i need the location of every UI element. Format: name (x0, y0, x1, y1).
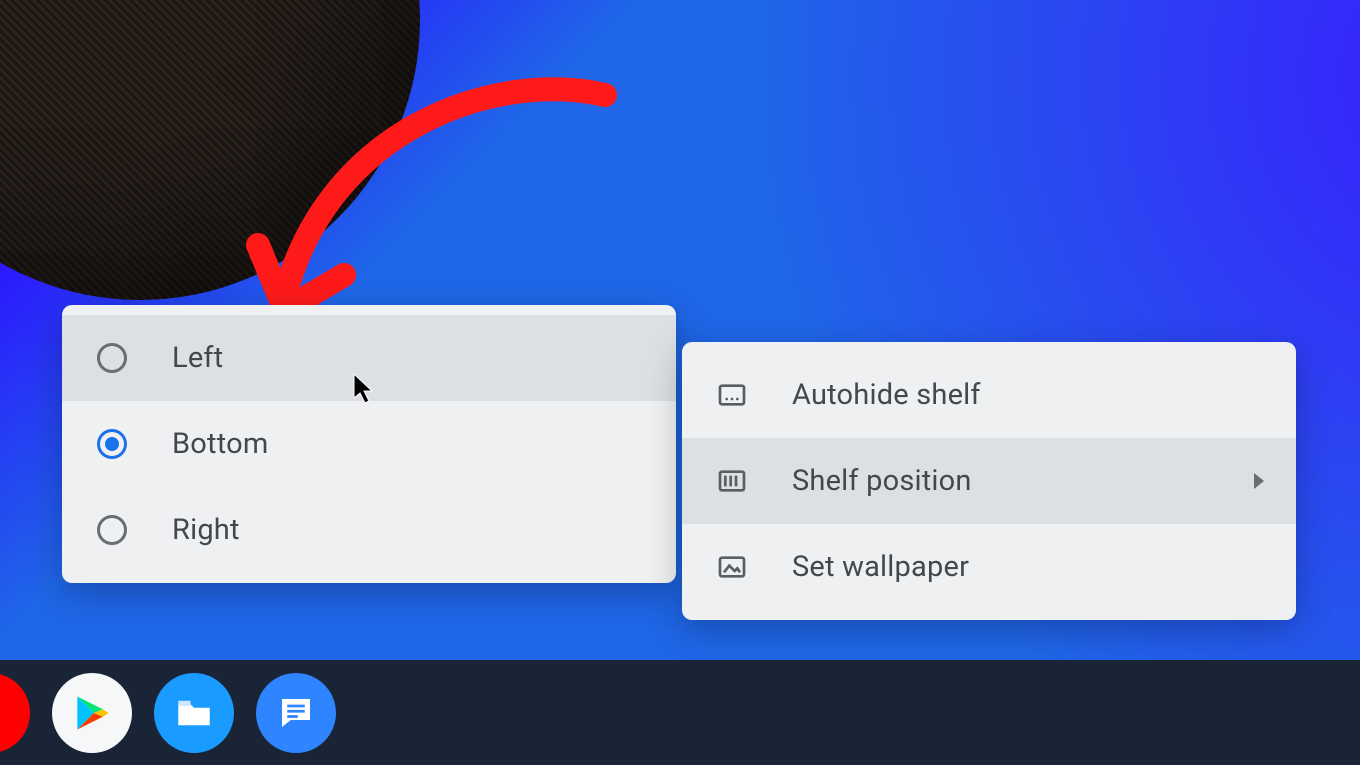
menu-item-label: Set wallpaper (792, 550, 1264, 584)
menu-item-label: Shelf position (792, 464, 1216, 498)
shelf-app-messages[interactable] (256, 673, 336, 753)
messages-icon (275, 692, 317, 734)
radio-unselected-icon (90, 515, 134, 545)
shelf-position-option-bottom[interactable]: Bottom (62, 401, 676, 487)
shelf-position-option-left[interactable]: Left (62, 315, 676, 401)
autohide-icon (710, 379, 754, 411)
option-label: Left (172, 341, 644, 375)
wallpaper-icon (710, 551, 754, 583)
option-label: Right (172, 513, 644, 547)
youtube-icon (0, 695, 8, 731)
files-icon (173, 692, 215, 734)
menu-item-autohide-shelf[interactable]: Autohide shelf (682, 352, 1296, 438)
shelf-app-youtube[interactable] (0, 673, 30, 753)
radio-unselected-icon (90, 343, 134, 373)
chevron-right-icon (1254, 473, 1264, 489)
menu-item-shelf-position[interactable]: Shelf position (682, 438, 1296, 524)
menu-item-set-wallpaper[interactable]: Set wallpaper (682, 524, 1296, 610)
position-icon (710, 465, 754, 497)
shelf-app-files[interactable] (154, 673, 234, 753)
shelf-position-option-right[interactable]: Right (62, 487, 676, 573)
play-icon (70, 691, 114, 735)
option-label: Bottom (172, 427, 644, 461)
shelf-app-play-store[interactable] (52, 673, 132, 753)
shelf (0, 660, 1360, 765)
shelf-position-submenu: Left Bottom Right (62, 305, 676, 583)
radio-selected-icon (90, 429, 134, 459)
menu-item-label: Autohide shelf (792, 378, 1264, 412)
shelf-context-menu: Autohide shelf Shelf position Set wallpa… (682, 342, 1296, 620)
